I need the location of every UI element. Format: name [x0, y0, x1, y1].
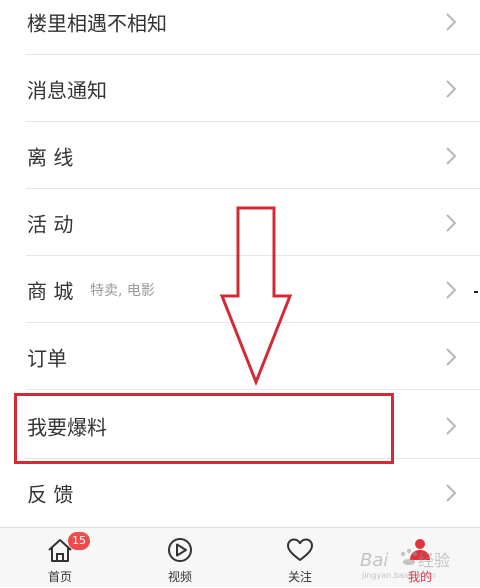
menu-item-meet[interactable]: 楼里相遇不相知	[0, 0, 480, 55]
menu-item-offline[interactable]: 离 线	[0, 122, 480, 189]
menu-item-activities[interactable]: 活 动	[0, 189, 480, 256]
menu-item-label: 我要爆料	[27, 415, 107, 439]
notification-badge: 15	[68, 532, 90, 550]
divider	[26, 389, 480, 390]
menu-item-label: 消息通知	[27, 78, 107, 102]
tab-label: 我的	[407, 570, 432, 584]
profile-icon	[406, 536, 434, 564]
menu-item-label: 反 馈	[27, 482, 74, 506]
heart-icon	[286, 536, 314, 564]
chevron-right-icon	[444, 346, 458, 368]
bottom-tab-bar: 15 首页 视频 关注 我的	[0, 527, 480, 587]
menu-item-label: 商 城	[27, 279, 74, 303]
menu-item-label: 楼里相遇不相知	[27, 11, 167, 35]
menu-item-feedback[interactable]: 反 馈	[0, 459, 480, 526]
chevron-right-icon	[444, 482, 458, 504]
tab-label: 关注	[287, 570, 312, 584]
tab-video[interactable]: 视频	[120, 528, 240, 588]
chevron-right-icon	[444, 145, 458, 167]
tab-home[interactable]: 15 首页	[0, 528, 120, 588]
menu-item-notifications[interactable]: 消息通知	[0, 55, 480, 122]
tab-label: 首页	[47, 570, 72, 584]
chevron-right-icon	[444, 279, 458, 301]
chevron-right-icon	[444, 212, 458, 234]
tab-label: 视频	[167, 570, 192, 584]
chevron-right-icon	[444, 78, 458, 100]
play-icon	[166, 536, 194, 564]
menu-item-label: 活 动	[27, 212, 74, 236]
tab-mine[interactable]: 我的	[360, 528, 480, 588]
chevron-right-icon	[444, 415, 458, 437]
menu-item-label: 订单	[27, 346, 67, 370]
menu-item-label: 离 线	[27, 145, 74, 169]
chevron-right-icon	[444, 11, 458, 33]
menu-item-subtitle: 特卖, 电影	[90, 282, 155, 299]
stray-mark	[474, 291, 478, 293]
menu-item-orders[interactable]: 订单	[0, 323, 480, 390]
menu-item-report-news[interactable]: 我要爆料	[0, 392, 480, 459]
menu-item-mall[interactable]: 商 城 特卖, 电影	[0, 256, 480, 323]
tab-follow[interactable]: 关注	[240, 528, 360, 588]
